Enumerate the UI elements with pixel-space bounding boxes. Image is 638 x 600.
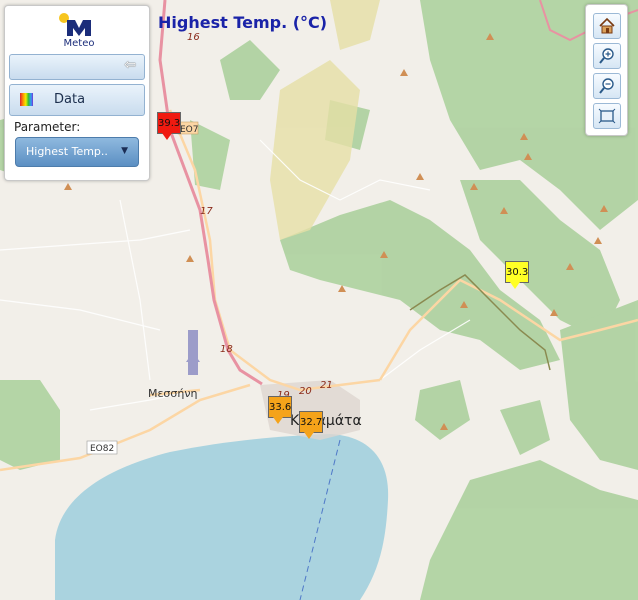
logo-text: Meteo — [63, 38, 95, 49]
meteo-logo-icon — [59, 13, 91, 36]
station-value: 30.3 — [506, 267, 529, 278]
data-button[interactable]: Data — [9, 84, 145, 116]
data-palette-icon — [20, 93, 33, 106]
meteo-logo: Meteo — [57, 12, 101, 52]
parameter-label: Parameter: — [14, 120, 81, 134]
map-toolbar — [585, 4, 628, 136]
parameter-select[interactable]: Highest Temp.. ▼ — [15, 137, 139, 167]
chevron-down-icon: ▼ — [121, 146, 128, 156]
zoom-in-icon — [599, 48, 614, 64]
road-shield-eo82: ΕΟ82 — [86, 440, 118, 455]
road-label-20: 20 — [299, 386, 312, 397]
home-button[interactable] — [593, 13, 621, 39]
road-label-21: 21 — [320, 380, 333, 391]
zoom-out-icon — [599, 78, 614, 94]
station-marker-33-6[interactable]: 33.6 — [268, 396, 292, 424]
home-icon — [599, 17, 615, 34]
back-arrow-icon: ⇦ — [124, 57, 136, 73]
station-value: 32.7 — [300, 417, 323, 428]
place-label-messini: Μεσσήνη — [148, 387, 197, 400]
parameter-select-value: Highest Temp.. — [26, 145, 108, 158]
station-marker-32-7[interactable]: 32.7 — [299, 411, 323, 439]
zoom-in-button[interactable] — [593, 43, 621, 69]
station-marker-30-3[interactable]: 30.3 — [505, 261, 529, 289]
data-button-label: Data — [54, 92, 86, 107]
road-label-16: 16 — [187, 32, 200, 43]
station-value: 39.3 — [158, 118, 181, 129]
zoom-out-button[interactable] — [593, 73, 621, 99]
map-title: Highest Temp. (°C) — [158, 13, 328, 32]
svg-text:ΕΟ7: ΕΟ7 — [180, 125, 199, 135]
road-label-18: 18 — [220, 344, 233, 355]
control-panel: Meteo ⇦ Data Parameter: Highest Temp.. ▼ — [4, 5, 150, 181]
road-shield-eo7: ΕΟ7 — [177, 121, 199, 135]
full-extent-icon — [598, 108, 616, 124]
full-extent-button[interactable] — [593, 103, 621, 129]
svg-text:ΕΟ82: ΕΟ82 — [90, 444, 114, 454]
station-value: 33.6 — [269, 402, 292, 413]
road-label-17: 17 — [200, 206, 213, 217]
station-marker-39-3[interactable]: 39.3 — [157, 112, 181, 140]
collapse-panel-button[interactable]: ⇦ — [9, 54, 145, 80]
